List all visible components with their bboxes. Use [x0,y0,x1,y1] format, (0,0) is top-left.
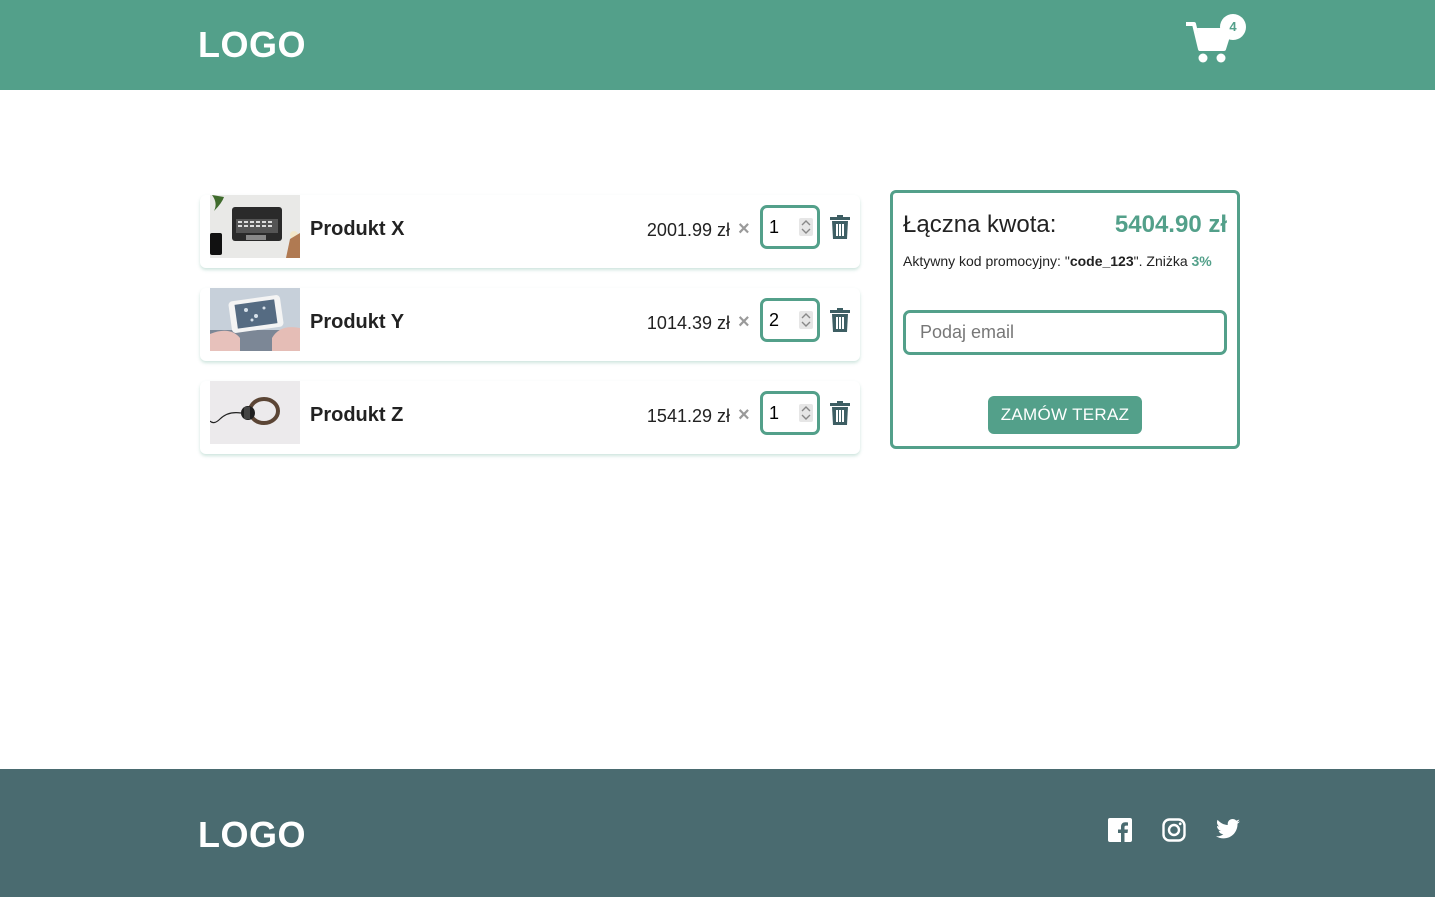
product-name[interactable]: Produkt Z [310,403,403,427]
multiply-icon: × [738,311,750,333]
spinner-arrows-icon[interactable] [799,218,813,236]
product-image [210,381,300,444]
facebook-icon [1108,818,1132,842]
instagram-link[interactable] [1162,818,1186,847]
quantity-stepper[interactable]: 1 [760,205,820,249]
promo-middle: ". Zniżka [1133,253,1192,269]
quantity-value[interactable]: 1 [769,402,779,424]
twitter-link[interactable] [1216,818,1240,845]
promo-code: code_123 [1069,253,1134,269]
cart-button[interactable]: 4 [1186,14,1246,66]
product-image [210,195,300,258]
quantity-value[interactable]: 2 [769,309,779,331]
total-value: 5404.90 zł [1114,211,1227,238]
order-summary: Łączna kwota: 5404.90 zł Aktywny kod pro… [890,190,1240,449]
footer: LOGO [0,769,1435,897]
trash-icon [830,215,850,239]
promo-discount: 3% [1191,253,1212,269]
twitter-icon [1216,819,1240,839]
delete-button[interactable] [830,308,850,337]
promo-info: Aktywny kod promocyjny: "code_123". Zniż… [903,253,1212,270]
product-price: 1541.29 zł [646,406,730,426]
facebook-link[interactable] [1108,818,1132,847]
cart-item: Produkt X 2001.99 zł × 1 [200,195,860,268]
delete-button[interactable] [830,401,850,430]
product-price: 1014.39 zł [646,313,730,333]
instagram-icon [1162,818,1186,842]
multiply-icon: × [738,404,750,426]
email-input[interactable] [906,313,1210,352]
product-image [210,288,300,351]
email-field-wrapper[interactable] [903,310,1227,355]
cart-count-badge: 4 [1220,14,1246,40]
trash-icon [830,401,850,425]
header: LOGO 4 [0,0,1435,90]
multiply-icon: × [738,218,750,240]
total-label: Łączna kwota: [903,211,1057,238]
quantity-stepper[interactable]: 1 [760,391,820,435]
product-name[interactable]: Produkt X [310,217,404,241]
delete-button[interactable] [830,215,850,244]
cart-item: Produkt Z 1541.29 zł × 1 [200,381,860,454]
order-now-button[interactable]: ZAMÓW TERAZ [988,396,1142,434]
trash-icon [830,308,850,332]
footer-logo[interactable]: LOGO [198,815,306,855]
spinner-arrows-icon[interactable] [799,311,813,329]
quantity-value[interactable]: 1 [769,216,779,238]
promo-prefix: Aktywny kod promocyjny: " [903,253,1070,269]
spinner-arrows-icon[interactable] [799,404,813,422]
quantity-stepper[interactable]: 2 [760,298,820,342]
product-price: 2001.99 zł [646,220,730,240]
product-name[interactable]: Produkt Y [310,310,404,334]
cart-item: Produkt Y 1014.39 zł × 2 [200,288,860,361]
header-logo[interactable]: LOGO [198,25,306,65]
